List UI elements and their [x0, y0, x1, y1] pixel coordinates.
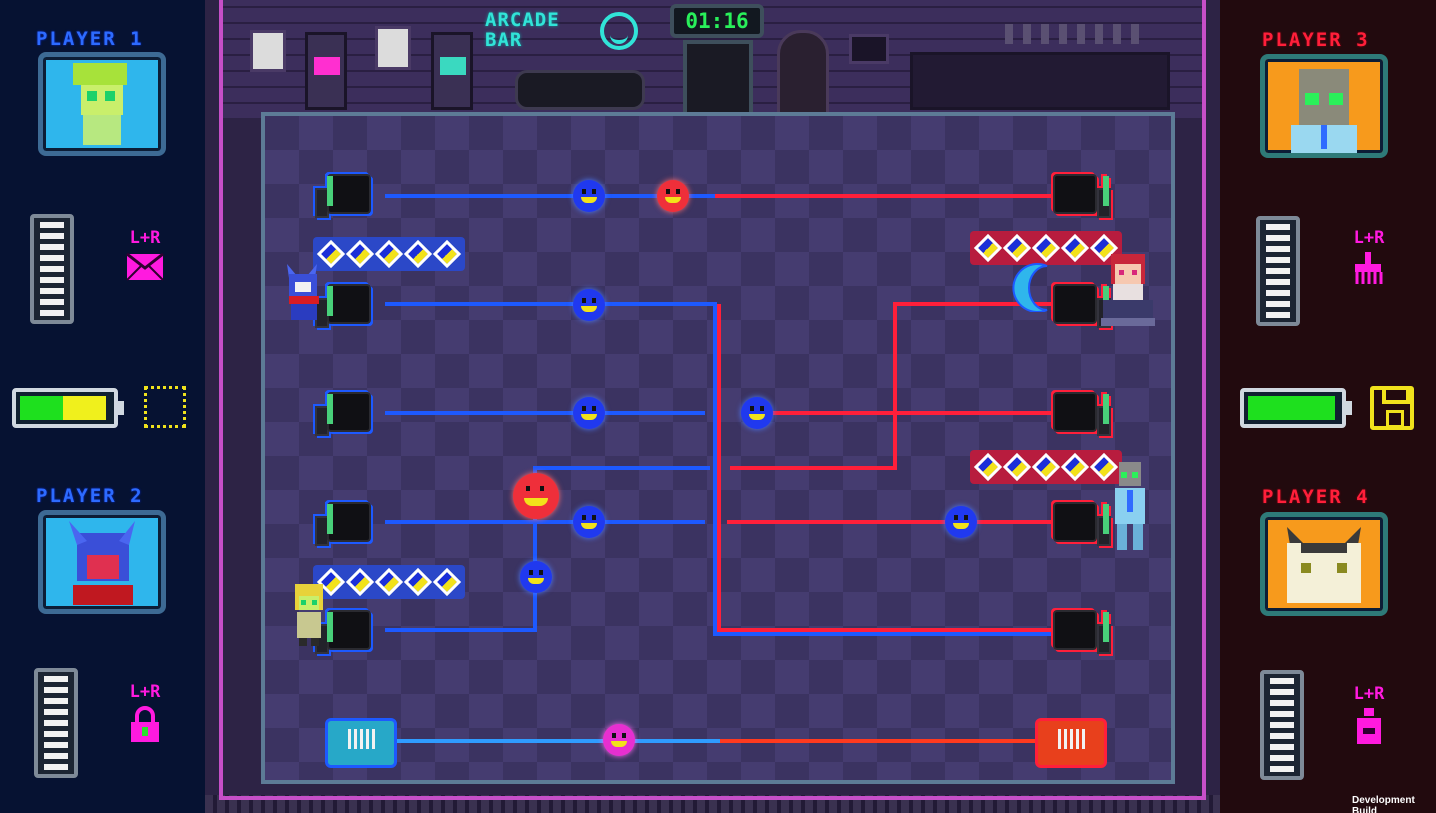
- gem-icon: [1060, 452, 1090, 482]
- blue-smiley-packet-icon: [573, 180, 605, 212]
- gem-icon: [1060, 233, 1090, 263]
- player-1-combo-text: L+R: [129, 228, 161, 248]
- player-3-battery: [1240, 388, 1352, 428]
- blonde-character-avatar-icon: [73, 63, 127, 145]
- gem-icon: [1002, 233, 1032, 263]
- redhead-player-sprite[interactable]: [1097, 252, 1159, 332]
- red-team-server[interactable]: [1035, 718, 1107, 768]
- development-build-label: Development Build: [1352, 795, 1415, 813]
- player-4-power-meter: [1260, 670, 1304, 780]
- game-arena: ARCADE BAR 01:16: [205, 0, 1220, 813]
- blue-smiley-packet-icon: [573, 397, 605, 429]
- player-2-power-meter: [34, 668, 78, 778]
- player-1-label: PLAYER 1: [36, 28, 144, 50]
- cable-branch-red: [730, 302, 1055, 470]
- blue-cat-character-avatar-icon: [69, 521, 135, 605]
- computer-monitor[interactable]: [1053, 170, 1111, 226]
- gem-icon: [432, 239, 462, 269]
- suit-man-avatar-icon: [1291, 69, 1357, 153]
- gem-icon: [345, 239, 375, 269]
- player-3-combo: L+R: [1344, 228, 1394, 286]
- computer-monitor[interactable]: [1053, 606, 1111, 662]
- red-smiley-packet-icon: [657, 180, 689, 212]
- player-1-empty-item-slot: [144, 386, 186, 428]
- gem-icon: [1031, 233, 1061, 263]
- blue-cat-player-sprite[interactable]: [281, 262, 333, 324]
- player-3-label: PLAYER 3: [1262, 29, 1370, 51]
- player-3-power-meter: [1256, 216, 1300, 326]
- computer-monitor[interactable]: [315, 388, 373, 444]
- player-4-label: PLAYER 4: [1262, 486, 1370, 508]
- gem-icon: [403, 239, 433, 269]
- computer-monitor[interactable]: [1053, 498, 1111, 554]
- gem-icon: [374, 567, 404, 597]
- player-2-combo: L+R: [120, 682, 170, 744]
- player-4-portrait: [1260, 512, 1388, 616]
- player-3-combo-text: L+R: [1353, 228, 1385, 248]
- player-1-power-meter: [30, 214, 74, 324]
- gem-icon: [432, 567, 462, 597]
- lock-icon: [131, 706, 159, 742]
- player-2-portrait: [38, 510, 166, 614]
- spray-can-icon: [1357, 708, 1381, 744]
- gem-icon: [973, 233, 1003, 263]
- crescent-moon-shield-icon: [1012, 263, 1048, 312]
- gem-icon: [1031, 452, 1061, 482]
- computer-monitor[interactable]: [315, 170, 373, 226]
- right-sidebar: PLAYER 3 L+R PLAYER 4 L+R: [1220, 0, 1436, 813]
- blonde-player-sprite[interactable]: [289, 582, 329, 648]
- blue-smiley-packet-icon: [573, 289, 605, 321]
- cable-branch-blue: [533, 466, 710, 522]
- blue-team-server[interactable]: [325, 718, 397, 768]
- gem-icon: [973, 452, 1003, 482]
- gem-icon: [1002, 452, 1032, 482]
- gem-icon: [345, 567, 375, 597]
- cat-avatar-icon: [1287, 527, 1361, 603]
- blue-smiley-packet-icon: [741, 397, 773, 429]
- player-4-combo: L+R: [1344, 684, 1394, 746]
- computer-monitor[interactable]: [315, 498, 373, 554]
- player-3-portrait: [1260, 54, 1388, 158]
- gem-icon: [374, 239, 404, 269]
- blue-smiley-packet-icon: [520, 561, 552, 593]
- player-2-combo-text: L+R: [129, 682, 161, 702]
- envelope-icon: [126, 252, 164, 281]
- player-1-portrait: [38, 52, 166, 156]
- gem-icon: [403, 567, 433, 597]
- player-1-combo: L+R: [120, 228, 170, 282]
- broom-icon: [1355, 252, 1383, 284]
- blue-gem-bar: [313, 565, 465, 599]
- suit-man-player-sprite[interactable]: [1107, 460, 1151, 556]
- red-smiley-balloon-icon: [513, 473, 559, 519]
- left-sidebar: PLAYER 1 L+R PLAYER 2 L+R: [0, 0, 205, 813]
- player-2-label: PLAYER 2: [36, 485, 144, 507]
- player-1-battery: [12, 388, 124, 428]
- blue-gem-bar: [313, 237, 465, 271]
- blue-smiley-packet-icon: [573, 506, 605, 538]
- blue-smiley-packet-icon: [945, 506, 977, 538]
- floppy-disk-icon: [1370, 386, 1414, 430]
- pink-smiley-packet-icon: [603, 724, 635, 756]
- red-gem-bar: [970, 450, 1122, 484]
- computer-monitor[interactable]: [1053, 388, 1111, 444]
- player-4-combo-text: L+R: [1353, 684, 1385, 704]
